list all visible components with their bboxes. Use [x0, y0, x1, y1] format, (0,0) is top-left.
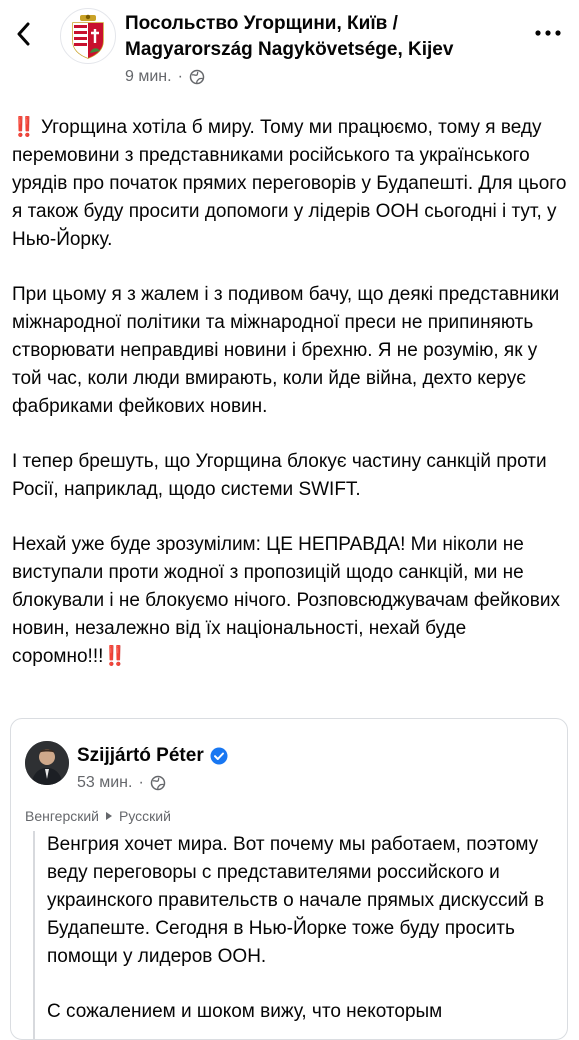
target-language: Русский	[119, 808, 171, 824]
double-exclamation-emoji: ‼️	[12, 117, 36, 138]
post-meta: 9 мин. ·	[125, 68, 205, 86]
post-body: ‼️ Угорщина хотіла б миру. Тому ми працю…	[12, 114, 572, 698]
shared-paragraph-1: Венгрия хочет мира. Вот почему мы работа…	[47, 834, 545, 967]
translation-indicator[interactable]: Венгерский Русский	[25, 808, 171, 824]
shared-post-meta: 53 мин. ·	[77, 774, 166, 792]
shared-post-card[interactable]: Szijjártó Péter 53 мин. · Венгерский Рус…	[10, 718, 568, 1040]
post-paragraph-3: І тепер брешуть, що Угорщина блокує част…	[12, 451, 547, 500]
back-button[interactable]	[10, 20, 38, 48]
author-avatar[interactable]	[25, 741, 69, 785]
play-arrow-icon	[106, 812, 112, 820]
chevron-left-icon	[17, 22, 30, 46]
post-time[interactable]: 9 мин.	[125, 68, 172, 86]
source-language: Венгерский	[25, 808, 99, 824]
globe-icon	[189, 69, 205, 85]
avatar-photo	[25, 741, 69, 785]
post-paragraph-1: ‼️ Угорщина хотіла б миру. Тому ми працю…	[12, 117, 567, 250]
double-exclamation-emoji: ‼️	[103, 646, 128, 667]
more-horizontal-icon	[535, 30, 561, 36]
verified-badge-icon	[210, 747, 228, 765]
more-options-button[interactable]	[533, 26, 563, 38]
hungary-coat-of-arms-icon	[72, 14, 104, 59]
post-paragraph-4: Нехай уже буде зрозумілим: ЦЕ НЕПРАВДА! …	[12, 534, 560, 667]
globe-icon	[150, 775, 166, 791]
separator-dot: ·	[177, 68, 183, 85]
shared-paragraph-2: С сожалением и шоком вижу, что некоторым	[47, 1001, 443, 1022]
shared-author-name[interactable]: Szijjártó Péter	[77, 745, 228, 767]
shared-post-time[interactable]: 53 мин.	[77, 774, 132, 792]
page-avatar[interactable]	[60, 8, 116, 64]
translated-text: Венгрия хочет мира. Вот почему мы работа…	[33, 831, 567, 1039]
page-title[interactable]: Посольство Угорщини, Київ / Magyarország…	[125, 11, 515, 63]
post-paragraph-2: При цьому я з жалем і з подивом бачу, що…	[12, 284, 560, 417]
separator-dot: ·	[138, 774, 144, 791]
post-header: Посольство Угорщини, Київ / Magyarország…	[0, 0, 579, 100]
